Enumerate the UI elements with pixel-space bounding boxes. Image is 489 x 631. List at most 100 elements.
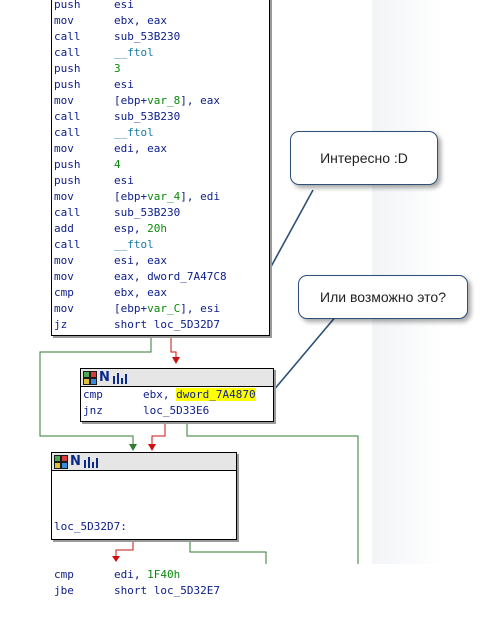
operand-token[interactable]: sub_53B230 [114,206,180,219]
instruction-operands[interactable]: [ebp+var_4], edi [114,189,220,205]
instruction-operands[interactable]: eax, dword_7A47C8 [114,269,227,285]
instruction-mnemonic[interactable]: jz [54,317,114,333]
operand-token[interactable]: [ebp+ [114,94,147,107]
code-line[interactable]: push esi [52,77,269,93]
instruction-operands[interactable]: edi, 1F40h [114,567,180,583]
graph-view-icon[interactable] [54,454,68,469]
code-line[interactable]: mov edi, eax [52,141,269,157]
code-line[interactable]: call sub_53B230 [52,109,269,125]
code-line[interactable]: call __ftol [52,237,269,253]
operand-token[interactable]: ebx, [143,388,176,401]
instruction-mnemonic[interactable]: mov [54,13,114,29]
code-line[interactable]: mov [ebp+var_8], eax [52,93,269,109]
operand-token[interactable]: var_8 [147,94,180,107]
operand-token[interactable]: short loc_5D32E7 [114,584,220,597]
instruction-mnemonic[interactable]: push [54,77,114,93]
instruction-mnemonic[interactable]: call [54,29,114,45]
instruction-mnemonic[interactable]: add [54,221,114,237]
code-block-main[interactable]: push esi mov ebx, eax call sub_53B230 call __ft… [51,0,270,336]
operand-token[interactable]: esi [114,78,134,91]
operand-token[interactable]: sub_53B230 [114,110,180,123]
operand-token[interactable]: var_C [147,302,180,315]
instruction-mnemonic[interactable]: call [54,109,114,125]
operand-token[interactable]: esp, [114,222,147,235]
operand-token[interactable]: eax, dword_7A47C8 [114,270,227,283]
instruction-mnemonic[interactable]: call [54,237,114,253]
instruction-operands[interactable]: sub_53B230 [114,109,180,125]
instruction-operands[interactable]: ebx, eax [114,13,167,29]
operand-token[interactable]: edi, [114,568,147,581]
code-line[interactable]: add esp, 20h [52,221,269,237]
instruction-mnemonic[interactable]: mov [54,93,114,109]
instruction-operands[interactable]: 3 [114,61,121,77]
block-label[interactable]: loc_5D32D7: [52,519,236,535]
code-line[interactable]: jz short loc_5D32D7 [52,317,269,333]
instruction-operands[interactable]: sub_53B230 [114,29,180,45]
code-line[interactable]: push 4 [52,157,269,173]
instruction-operands[interactable]: esi [114,173,134,189]
code-line[interactable]: push esi [52,0,269,13]
instruction-operands[interactable]: esi [114,77,134,93]
code-block-3[interactable]: N loc_5D32D7: cmp edi, 1F40h jbe short loc_… [51,452,237,597]
operand-token[interactable]: esi [114,174,134,187]
instruction-mnemonic[interactable]: jnz [83,403,143,419]
instruction-mnemonic[interactable]: mov [54,141,114,157]
operand-token[interactable]: loc_5D33E6 [143,404,209,417]
instruction-operands[interactable]: esi, eax [114,253,167,269]
instruction-mnemonic[interactable]: mov [54,269,114,285]
operand-token[interactable]: short loc_5D32D7 [114,318,220,331]
operand-token[interactable]: sub_53B230 [114,30,180,43]
instruction-operands[interactable]: esp, 20h [114,221,167,237]
instruction-mnemonic[interactable]: call [54,45,114,61]
operand-token[interactable]: var_4 [147,190,180,203]
code-line[interactable]: jnz loc_5D33E6 [81,403,273,419]
operand-token[interactable]: 1F40h [147,568,180,581]
instruction-mnemonic[interactable]: call [54,125,114,141]
operand-token[interactable]: [ebp+ [114,302,147,315]
instruction-mnemonic[interactable]: push [54,157,114,173]
instruction-operands[interactable]: short loc_5D32D7 [114,317,220,333]
operand-token[interactable]: 20h [147,222,167,235]
code-line[interactable]: jbe short loc_5D32E7 [52,583,236,599]
code-line[interactable]: mov esi, eax [52,253,269,269]
graph-view-icon[interactable] [83,370,97,385]
instruction-operands[interactable]: [ebp+var_8], eax [114,93,220,109]
instruction-operands[interactable]: edi, eax [114,141,167,157]
instruction-operands[interactable]: __ftol [114,45,154,61]
operand-token[interactable]: __ftol [114,46,154,59]
code-line[interactable]: mov [ebp+var_C], esi [52,301,269,317]
code-line[interactable]: cmp edi, 1F40h [52,567,236,583]
operand-token[interactable]: esi [114,0,134,11]
instruction-mnemonic[interactable]: mov [54,301,114,317]
instruction-operands[interactable]: short loc_5D32E7 [114,583,220,599]
code-line[interactable]: mov ebx, eax [52,13,269,29]
instruction-operands[interactable]: ebx, dword_7A4870 [143,387,256,403]
operand-token[interactable]: edi, eax [114,142,167,155]
operand-token[interactable]: ebx, eax [114,14,167,27]
rename-n-icon[interactable]: N [98,371,111,384]
operand-token[interactable]: ], eax [180,94,220,107]
instruction-mnemonic[interactable]: cmp [83,387,143,403]
code-line[interactable]: push esi [52,173,269,189]
bars-chart-icon[interactable] [83,456,99,468]
instruction-operands[interactable]: 4 [114,157,121,173]
operand-token[interactable]: ], edi [180,190,220,203]
code-line[interactable]: call __ftol [52,45,269,61]
instruction-mnemonic[interactable]: cmp [54,567,114,583]
bars-chart-icon[interactable] [112,372,128,384]
instruction-mnemonic[interactable]: push [54,0,114,13]
operand-token[interactable]: dword_7A4870 [176,388,256,401]
operand-token[interactable]: ], esi [180,302,220,315]
code-line[interactable]: cmp ebx, dword_7A4870 [81,387,273,403]
rename-n-icon[interactable]: N [69,455,82,468]
code-line[interactable]: call __ftol [52,125,269,141]
operand-token[interactable]: esi, eax [114,254,167,267]
code-line[interactable]: call sub_53B230 [52,29,269,45]
instruction-mnemonic[interactable]: push [54,173,114,189]
operand-token[interactable]: [ebp+ [114,190,147,203]
instruction-mnemonic[interactable]: call [54,205,114,221]
code-line[interactable]: cmp ebx, eax [52,285,269,301]
code-block-2[interactable]: N cmp ebx, dword_7A4870 jnz loc_5D33E6 [80,368,274,422]
code-line[interactable]: push 3 [52,61,269,77]
operand-token[interactable]: __ftol [114,238,154,251]
